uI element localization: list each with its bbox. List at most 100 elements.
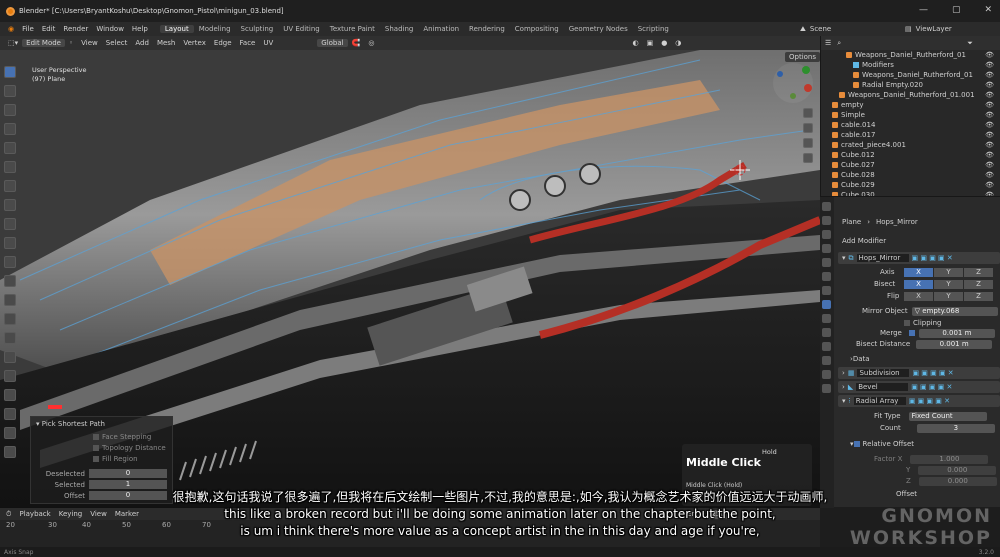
axis-z-toggle[interactable]: Z <box>964 267 993 277</box>
outliner-row[interactable]: Simple 👁 <box>821 110 1000 120</box>
bisect-distance-field[interactable]: 0.001 m <box>916 339 993 349</box>
outliner-row[interactable]: Weapons_Daniel_Rutherford_01 👁 <box>821 70 1000 80</box>
knife-tool-icon[interactable] <box>4 313 16 325</box>
tab-animation[interactable]: Animation <box>418 25 464 33</box>
shear-tool-icon[interactable] <box>4 427 16 439</box>
material-tab-icon[interactable] <box>822 370 831 379</box>
bisect-x-toggle[interactable]: X <box>904 279 933 289</box>
outliner-row[interactable]: Cube.027 👁 <box>821 160 1000 170</box>
menu-edit[interactable]: Edit <box>38 25 60 33</box>
mirror-object-field[interactable]: ▽ empty.068 <box>911 306 998 316</box>
outliner-row[interactable]: empty 👁 <box>821 100 1000 110</box>
scale-tool-icon[interactable] <box>4 142 16 154</box>
radial-array-modifier-header[interactable]: ▾ ⁝ Radial Array ▣ ▣ ▣ ▣ ✕ <box>838 395 1000 407</box>
merge-checkbox[interactable] <box>908 330 915 336</box>
menu-edge[interactable]: Edge <box>210 39 236 47</box>
fill-region-checkbox[interactable]: Fill Region <box>31 453 172 464</box>
editor-type-icon[interactable]: ⬚▾ <box>4 39 22 47</box>
camera-view-icon[interactable] <box>803 138 813 148</box>
visibility-eye-icon[interactable]: 👁 <box>985 61 994 69</box>
physics-tab-icon[interactable] <box>822 328 831 337</box>
fit-type-dropdown[interactable]: Fixed Count <box>908 411 987 421</box>
blender-menu-icon[interactable]: ◉ <box>4 25 18 33</box>
flip-z-toggle[interactable]: Z <box>964 291 993 301</box>
visibility-eye-icon[interactable]: 👁 <box>985 181 994 189</box>
tab-sculpting[interactable]: Sculpting <box>236 25 279 33</box>
menu-render[interactable]: Render <box>59 25 92 33</box>
add-cube-tool-icon[interactable] <box>4 218 16 230</box>
menu-face[interactable]: Face <box>236 39 260 47</box>
outliner-row[interactable]: Modifiers 👁 <box>821 60 1000 70</box>
outliner-row[interactable]: Cube.028 👁 <box>821 170 1000 180</box>
xray-icon[interactable]: ▣ <box>643 39 658 47</box>
factor-y-field[interactable]: 0.000 <box>918 465 997 475</box>
select-box-tool-icon[interactable] <box>4 66 16 78</box>
view-layer-selector[interactable]: ▤ ViewLayer <box>905 22 952 36</box>
menu-vertex[interactable]: Vertex <box>179 39 210 47</box>
output-tab-icon[interactable] <box>822 230 831 239</box>
relative-offset-subpanel[interactable]: ▾ Relative Offset <box>850 439 914 449</box>
tab-layout[interactable]: Layout <box>159 25 194 33</box>
render-tab-icon[interactable] <box>822 216 831 225</box>
overlay-icon[interactable]: ◐ <box>628 39 642 47</box>
outliner-filter-icon[interactable]: ⏷ <box>967 39 973 48</box>
visibility-eye-icon[interactable]: 👁 <box>985 51 994 59</box>
outliner-row[interactable]: Radial Empty.020 👁 <box>821 80 1000 90</box>
selected-field[interactable]: 1 <box>89 480 167 489</box>
visibility-eye-icon[interactable]: 👁 <box>985 121 994 129</box>
cursor-tool-icon[interactable] <box>4 85 16 97</box>
constraints-tab-icon[interactable] <box>822 342 831 351</box>
data-tab-icon[interactable] <box>822 356 831 365</box>
poly-build-tool-icon[interactable] <box>4 332 16 344</box>
navigation-gizmo[interactable] <box>770 60 816 106</box>
smooth-tool-icon[interactable] <box>4 370 16 382</box>
axis-x-toggle[interactable]: X <box>904 267 933 277</box>
factor-z-field[interactable]: 0.000 <box>918 476 997 486</box>
outliner-row[interactable]: cable.017 👁 <box>821 130 1000 140</box>
menu-add[interactable]: Add <box>131 39 153 47</box>
flip-x-toggle[interactable]: X <box>904 291 933 301</box>
visibility-eye-icon[interactable]: 👁 <box>985 151 994 159</box>
visibility-eye-icon[interactable]: 👁 <box>985 111 994 119</box>
scene-selector[interactable]: ⛰ Scene <box>800 22 831 36</box>
snap-icon[interactable]: 🧲 <box>348 39 365 47</box>
menu-file[interactable]: File <box>18 25 38 33</box>
proportional-edit-icon[interactable]: ◎ <box>364 39 378 47</box>
mirror-modifier-header[interactable]: ▾ ⧉ Hops_Mirror ▣ ▣ ▣ ▣ ✕ <box>838 252 1000 264</box>
tab-uv-editing[interactable]: UV Editing <box>278 25 325 33</box>
tool-tab-icon[interactable] <box>822 202 831 211</box>
scene-tab-icon[interactable] <box>822 258 831 267</box>
bevel-modifier-header[interactable]: › ◣ Bevel ▣ ▣ ▣ ▣ ✕ <box>838 381 1000 393</box>
visibility-eye-icon[interactable]: 👁 <box>985 71 994 79</box>
object-tab-icon[interactable] <box>822 286 831 295</box>
extrude-tool-icon[interactable] <box>4 237 16 249</box>
tab-geometry-nodes[interactable]: Geometry Nodes <box>564 25 633 33</box>
mode-dropdown[interactable]: Edit Mode <box>22 39 65 47</box>
tab-compositing[interactable]: Compositing <box>510 25 564 33</box>
rotate-tool-icon[interactable] <box>4 123 16 135</box>
tab-scripting[interactable]: Scripting <box>633 25 674 33</box>
edge-slide-tool-icon[interactable] <box>4 389 16 401</box>
vertex-select-icon[interactable]: ◦ <box>65 39 77 47</box>
count-field[interactable]: 3 <box>916 423 995 433</box>
bevel-tool-icon[interactable] <box>4 275 16 287</box>
deselected-field[interactable]: 0 <box>89 469 167 478</box>
pan-hand-icon[interactable] <box>803 123 813 133</box>
outliner-row[interactable]: crated_piece4.001 👁 <box>821 140 1000 150</box>
clipping-checkbox[interactable]: Clipping <box>904 318 942 328</box>
rip-tool-icon[interactable] <box>4 446 16 458</box>
visibility-eye-icon[interactable]: 👁 <box>985 131 994 139</box>
texture-tab-icon[interactable] <box>822 384 831 393</box>
spin-tool-icon[interactable] <box>4 351 16 363</box>
menu-mesh[interactable]: Mesh <box>153 39 179 47</box>
shading-solid-icon[interactable]: ● <box>657 39 671 47</box>
maximize-button[interactable]: ▢ <box>952 5 961 15</box>
axis-y-toggle[interactable]: Y <box>934 267 963 277</box>
inset-tool-icon[interactable] <box>4 256 16 268</box>
flip-y-toggle[interactable]: Y <box>934 291 963 301</box>
close-button[interactable]: ✕ <box>984 5 992 15</box>
modifier-tab-icon[interactable] <box>822 300 831 309</box>
outliner-row[interactable]: Weapons_Daniel_Rutherford_01.001 👁 <box>821 90 1000 100</box>
tab-modeling[interactable]: Modeling <box>194 25 236 33</box>
menu-uv[interactable]: UV <box>259 39 277 47</box>
